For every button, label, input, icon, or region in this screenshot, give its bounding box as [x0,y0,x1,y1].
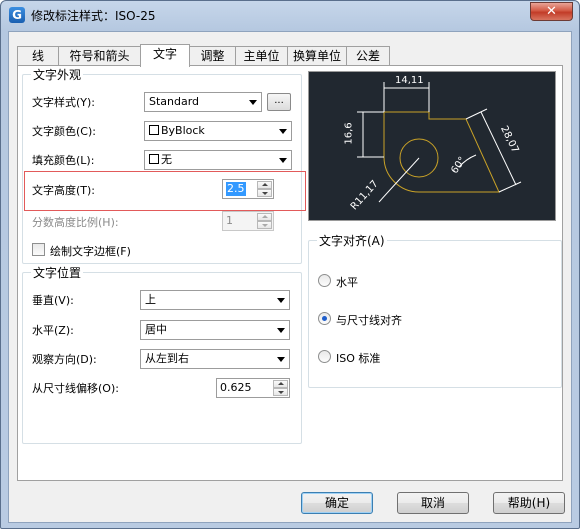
text-style-value: Standard [149,95,200,108]
chevron-down-icon [277,298,285,303]
text-style-select[interactable]: Standard [144,92,262,112]
spinner-buttons [273,380,288,396]
horizontal-select[interactable]: 居中 [140,320,290,340]
spinner-up-icon[interactable] [257,181,272,189]
window-title: 修改标注样式：ISO-25 [31,9,156,23]
align-dimline-radio[interactable] [318,312,331,325]
color-swatch-icon [149,125,159,135]
chevron-down-icon [279,129,287,134]
fill-color-select[interactable]: 无 [144,150,292,170]
align-horizontal-label: 水平 [336,276,358,289]
text-appearance-title: 文字外观 [31,66,84,83]
spinner-up-icon[interactable] [273,380,288,388]
offset-spinner[interactable]: 0.625 [216,378,290,398]
text-position-title: 文字位置 [31,264,84,281]
preview-dim-top: 14,11 [395,75,424,86]
preview-dimensions [357,82,522,203]
spinner-up-icon[interactable] [257,213,272,221]
text-color-label: 文字颜色(C): [32,125,96,138]
spinner-down-icon[interactable] [257,221,272,229]
vertical-select[interactable]: 上 [140,290,290,310]
chevron-down-icon [277,357,285,362]
text-height-spinner[interactable]: 2.5 [222,179,274,199]
text-color-select[interactable]: ByBlock [144,121,292,141]
fraction-height-value: 1 [226,214,233,227]
dialog-window: G 修改标注样式：ISO-25 ✕ 线 符号和箭头 文字 调整 主单位 换算单位… [0,0,580,529]
tab-symbols-arrows[interactable]: 符号和箭头 [58,46,141,66]
tab-primary-units[interactable]: 主单位 [235,46,288,66]
preview-geometry [383,111,500,193]
app-logo-icon: G [9,7,25,23]
text-style-label: 文字样式(Y): [32,96,96,109]
view-direction-select[interactable]: 从左到右 [140,349,290,369]
align-horizontal-radio[interactable] [318,274,331,287]
chevron-down-icon [249,100,257,105]
vertical-label: 垂直(V): [32,294,74,307]
preview-dim-left: 16,6 [343,122,355,145]
dialog-client: 线 符号和箭头 文字 调整 主单位 换算单位 公差 文字外观 文字样式(Y): … [8,31,572,523]
title-bar[interactable]: G 修改标注样式：ISO-25 ✕ [1,1,579,31]
offset-label: 从尺寸线偏移(O): [32,382,119,395]
view-direction-label: 观察方向(D): [32,353,97,366]
chevron-down-icon [279,158,287,163]
align-iso-radio[interactable] [318,350,331,363]
tab-alternate-units[interactable]: 换算单位 [287,46,347,66]
fill-color-value: 无 [161,153,172,166]
offset-value: 0.625 [220,381,252,394]
draw-frame-checkbox[interactable] [32,243,45,256]
tab-tolerances[interactable]: 公差 [346,46,390,66]
spinner-buttons [257,181,272,197]
close-button[interactable]: ✕ [530,2,573,21]
spinner-buttons [257,213,272,229]
spinner-down-icon[interactable] [257,189,272,197]
draw-frame-label: 绘制文字边框(F) [50,245,131,258]
tab-text[interactable]: 文字 [140,44,190,67]
fraction-height-label: 分数高度比例(H): [32,216,119,229]
text-tab-panel: 文字外观 文字样式(Y): Standard ... 文字颜色(C): ByBl… [17,65,563,481]
text-height-value: 2.5 [226,182,246,196]
text-alignment-title: 文字对齐(A) [317,232,387,249]
chevron-down-icon [277,328,285,333]
view-direction-value: 从左到右 [145,352,189,365]
color-swatch-icon [149,154,159,164]
cancel-button[interactable]: 取消 [397,492,469,514]
horizontal-value: 居中 [145,323,167,336]
text-style-browse-button[interactable]: ... [267,93,291,111]
fraction-height-spinner[interactable]: 1 [222,211,274,231]
align-iso-label: ISO 标准 [336,352,381,365]
vertical-value: 上 [145,293,156,306]
dimension-preview: 14,11 16,6 28,07 60° R11,17 [308,71,556,221]
help-button[interactable]: 帮助(H) [493,492,565,514]
horizontal-label: 水平(Z): [32,324,74,337]
ok-button[interactable]: 确定 [301,492,373,514]
spinner-down-icon[interactable] [273,388,288,396]
fill-color-label: 填充颜色(L): [32,154,95,167]
tab-fit[interactable]: 调整 [189,46,236,66]
align-dimline-label: 与尺寸线对齐 [336,314,402,327]
tab-lines[interactable]: 线 [17,46,59,66]
text-color-value: ByBlock [161,124,205,137]
text-height-label: 文字高度(T): [32,184,96,197]
